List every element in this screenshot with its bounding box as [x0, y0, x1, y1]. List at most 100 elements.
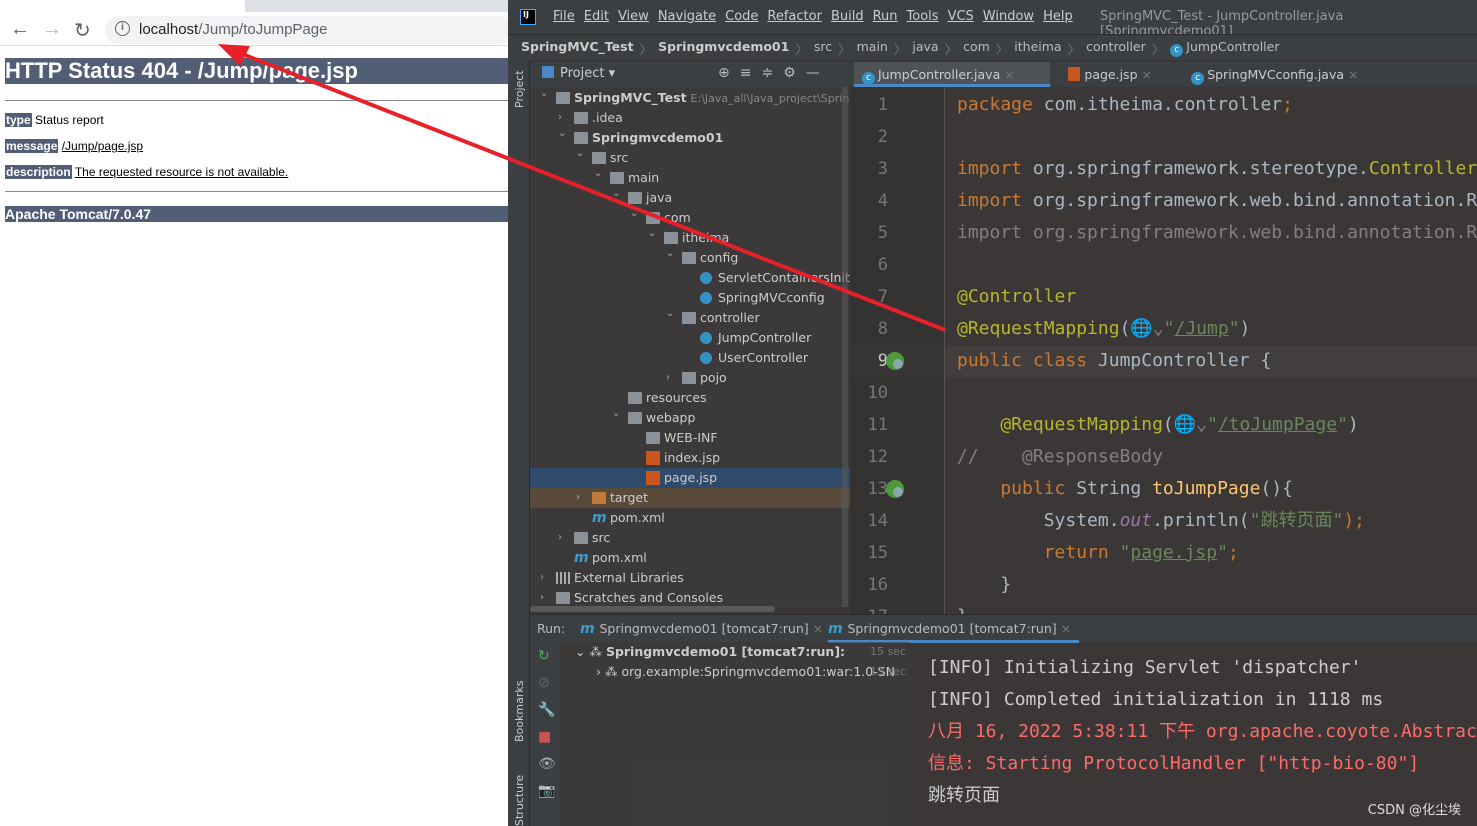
tree-item[interactable]: SpringMVCconfig [530, 288, 850, 308]
run-tree-item[interactable]: › ⁂ org.example:Springmvcdemo01:war:1.0-… [560, 662, 910, 682]
wrench-icon[interactable]: 🔧 [538, 702, 555, 718]
tree-item[interactable]: resources [530, 388, 850, 408]
tree-item[interactable]: › Scratches and Consoles [530, 588, 850, 607]
editor-tab[interactable]: c JumpController.java × [854, 62, 1051, 87]
tree-item[interactable]: › External Libraries [530, 568, 850, 588]
tree-item[interactable]: WEB-INF [530, 428, 850, 448]
editor-tab[interactable]: page.jsp × [1060, 62, 1173, 87]
spring-bean-icon[interactable] [886, 480, 904, 498]
tree-item[interactable]: ⌄ itheima [530, 228, 850, 248]
breadcrumb-item[interactable]: SpringMVC_Test [521, 39, 634, 60]
stop-icon[interactable]: ■ [538, 729, 551, 745]
tree-item[interactable]: ⌄ config [530, 248, 850, 268]
tree-vertical-scrollbar[interactable] [842, 87, 848, 607]
chevron-right-icon[interactable]: › [596, 664, 605, 679]
tree-item[interactable]: ⌄ src [530, 148, 850, 168]
tree-item[interactable]: page.jsp [530, 468, 850, 488]
menu-file[interactable]: File [553, 9, 575, 24]
structure-tool-button[interactable]: Structure [513, 775, 526, 826]
gear-icon[interactable]: ⚙ [783, 65, 796, 81]
arrow-left-icon[interactable]: ← [10, 18, 30, 41]
chevron-down-icon[interactable]: ⌄ [575, 644, 589, 659]
breadcrumb-item[interactable]: java [912, 39, 938, 60]
menu-code[interactable]: Code [725, 9, 758, 24]
editor-tab[interactable]: c SpringMVCconfig.java × [1183, 62, 1387, 87]
run-tree-item[interactable]: ⌄ ⁂ Springmvcdemo01 [tomcat7:run]: 15 sec [560, 642, 910, 662]
close-icon[interactable]: × [1142, 67, 1152, 82]
menu-run[interactable]: Run [873, 9, 898, 24]
spring-bean-icon[interactable] [886, 352, 904, 370]
tree-item[interactable]: › target [530, 488, 850, 508]
code-editor[interactable]: package com.itheima.controller; import or… [945, 87, 1477, 614]
close-icon[interactable]: × [1057, 621, 1071, 636]
breadcrumb-item[interactable]: controller [1086, 39, 1146, 60]
chevron-right-icon[interactable]: › [576, 488, 588, 508]
chevron-right-icon[interactable]: › [540, 588, 552, 607]
breadcrumb-item[interactable]: src [814, 39, 832, 60]
breadcrumb-item[interactable]: itheima [1014, 39, 1061, 60]
chevron-down-icon[interactable]: ⌄ [612, 184, 624, 204]
chevron-down-icon[interactable]: ⌄ [666, 304, 678, 324]
rerun-icon[interactable]: ↻ [538, 648, 550, 664]
project-view-dropdown[interactable]: Project ▾ [542, 66, 615, 81]
chevron-right-icon[interactable]: › [666, 368, 678, 388]
reload-icon[interactable]: ↻ [74, 18, 91, 43]
tree-item[interactable]: index.jsp [530, 448, 850, 468]
chevron-down-icon[interactable]: ⌄ [576, 144, 588, 164]
tree-item[interactable]: › .idea [530, 108, 850, 128]
menu-view[interactable]: View [618, 9, 649, 24]
menu-navigate[interactable]: Navigate [658, 9, 716, 24]
breadcrumb-item[interactable]: main [857, 39, 888, 60]
chevron-right-icon[interactable]: › [540, 568, 552, 588]
menu-vcs[interactable]: VCS [948, 9, 974, 24]
chevron-down-icon[interactable]: ⌄ [666, 244, 678, 264]
collapse-all-icon[interactable]: ≑ [761, 65, 773, 81]
tree-item[interactable]: UserController [530, 348, 850, 368]
tree-item[interactable]: ⌄ com [530, 208, 850, 228]
tree-item[interactable]: ⌄ controller [530, 308, 850, 328]
breadcrumb-item[interactable]: c JumpController [1170, 39, 1279, 60]
address-bar[interactable]: i localhost/Jump/toJumpPage [105, 16, 515, 44]
locate-icon[interactable]: ⊕ [718, 65, 730, 81]
menu-window[interactable]: Window [983, 9, 1034, 24]
close-icon[interactable]: × [1004, 67, 1014, 82]
expand-all-icon[interactable]: ≡ [740, 65, 752, 81]
run-tab[interactable]: m Springmvcdemo01 [tomcat7:run] × [580, 615, 831, 643]
tree-item[interactable]: m pom.xml [530, 548, 850, 568]
menu-edit[interactable]: Edit [584, 9, 609, 24]
tree-item[interactable]: › pojo [530, 368, 850, 388]
close-icon[interactable]: × [809, 621, 823, 636]
camera-icon[interactable]: 📷 [538, 783, 555, 799]
close-icon[interactable]: × [1348, 67, 1358, 82]
tree-item[interactable]: m pom.xml [530, 508, 850, 528]
tree-item[interactable]: › src [530, 528, 850, 548]
tree-item[interactable]: ⌄ main [530, 168, 850, 188]
chevron-down-icon[interactable]: ⌄ [648, 224, 660, 244]
chevron-down-icon[interactable]: ⌄ [558, 124, 570, 144]
tree-item[interactable]: ServletContainersInitCc [530, 268, 850, 288]
chevron-down-icon[interactable]: ⌄ [612, 404, 624, 424]
tree-item[interactable]: ⌄ SpringMVC_Test E:\Java_all\Java_project… [530, 88, 850, 108]
bookmarks-tool-button[interactable]: Bookmarks [513, 681, 526, 742]
stop-disabled-icon[interactable]: ⊘ [538, 675, 550, 691]
breadcrumb-item[interactable]: Springmvcdemo01 [658, 39, 789, 60]
browser-tab[interactable] [0, 0, 245, 12]
tree-horizontal-scrollbar[interactable] [530, 606, 775, 612]
arrow-right-icon[interactable]: → [42, 18, 62, 41]
tree-item[interactable]: ⌄ java [530, 188, 850, 208]
eye-icon[interactable]: 👁 [538, 756, 556, 772]
menu-tools[interactable]: Tools [907, 9, 939, 24]
hide-icon[interactable]: — [806, 65, 820, 81]
chevron-down-icon[interactable]: ⌄ [630, 204, 642, 224]
chevron-right-icon[interactable]: › [558, 528, 570, 548]
tree-item[interactable]: JumpController [530, 328, 850, 348]
menu-build[interactable]: Build [831, 9, 864, 24]
breadcrumb-item[interactable]: com [963, 39, 990, 60]
run-tab[interactable]: m Springmvcdemo01 [tomcat7:run] × [828, 615, 1080, 643]
menu-refactor[interactable]: Refactor [767, 9, 822, 24]
chevron-down-icon[interactable]: ⌄ [594, 164, 606, 184]
project-tool-button[interactable]: Project [513, 70, 526, 108]
menu-help[interactable]: Help [1043, 9, 1073, 24]
tree-item[interactable]: ⌄ webapp [530, 408, 850, 428]
chevron-down-icon[interactable]: ⌄ [540, 87, 552, 104]
